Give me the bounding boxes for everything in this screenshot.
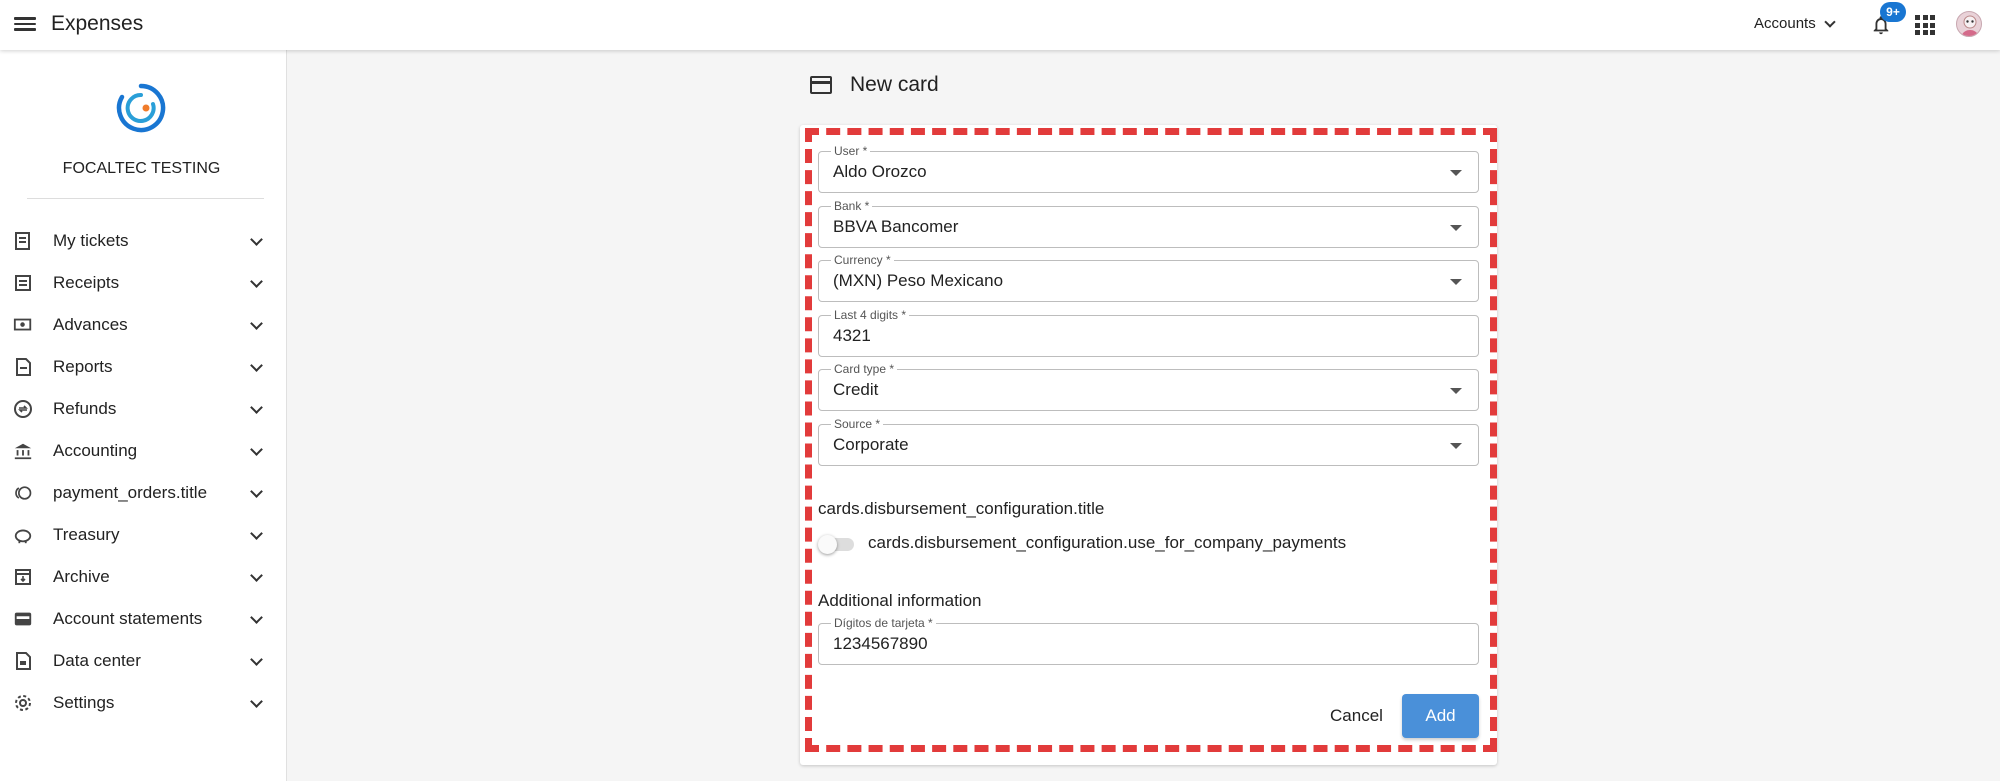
- field-label: Last 4 digits *: [831, 308, 910, 322]
- sidebar-item-label: Account statements: [53, 609, 203, 628]
- sidebar-item-label: Receipts: [53, 273, 120, 292]
- sidebar-item-receipts[interactable]: Receipts: [0, 262, 283, 304]
- sidebar-item-accounting[interactable]: Accounting: [0, 430, 283, 472]
- accounts-label: Accounts: [1754, 15, 1816, 32]
- sidebar-nav: My tickets Receipts Advances Reports Ref…: [0, 220, 283, 724]
- card-digits-input[interactable]: Dígitos de tarjeta * 1234567890: [818, 616, 1479, 665]
- dropdown-arrow-icon: [1450, 170, 1462, 176]
- accounts-dropdown[interactable]: Accounts: [1754, 15, 1836, 32]
- field-label: Source *: [831, 417, 884, 431]
- sidebar-item-settings[interactable]: Settings: [0, 682, 283, 724]
- coins-icon: [13, 483, 33, 503]
- sidebar-item-label: Advances: [53, 315, 128, 334]
- field-value: 1234567890: [833, 634, 928, 653]
- chevron-down-icon: [250, 653, 263, 666]
- field-value: 4321: [833, 326, 871, 345]
- chevron-down-icon: [250, 611, 263, 624]
- additional-info-title: Additional information: [818, 591, 982, 610]
- sidebar-item-account-statements[interactable]: Account statements: [0, 598, 283, 640]
- use-for-company-payments-toggle[interactable]: [818, 535, 856, 554]
- card-type-select[interactable]: Card type * Credit: [818, 362, 1479, 411]
- dropdown-arrow-icon: [1450, 443, 1462, 449]
- ticket-icon: [13, 231, 33, 251]
- avatar[interactable]: [1956, 11, 1982, 37]
- add-button[interactable]: Add: [1402, 694, 1479, 738]
- sidebar-item-archive[interactable]: Archive: [0, 556, 283, 598]
- sidebar-item-treasury[interactable]: Treasury: [0, 514, 283, 556]
- sidebar-item-label: Archive: [53, 567, 110, 586]
- top-app-bar: Expenses Accounts 9+: [0, 0, 2000, 50]
- company-logo: [116, 83, 166, 133]
- wallet-icon: [13, 609, 33, 629]
- chevron-down-icon: [250, 317, 263, 330]
- field-label: Bank *: [831, 199, 873, 213]
- bank-icon: [13, 441, 33, 461]
- notification-badge: 9+: [1880, 2, 1906, 22]
- dropdown-arrow-icon: [1450, 225, 1462, 231]
- sidebar-item-label: Refunds: [53, 399, 117, 418]
- chevron-down-icon: [1824, 15, 1836, 28]
- toggle-label: cards.disbursement_configuration.use_for…: [868, 533, 1347, 552]
- page-header: New card: [810, 73, 939, 97]
- field-value: BBVA Bancomer: [833, 217, 959, 236]
- sidebar-item-label: Accounting: [53, 441, 138, 460]
- refund-icon: [13, 399, 33, 419]
- receipt-icon: [13, 273, 33, 293]
- dropdown-arrow-icon: [1450, 388, 1462, 394]
- sidebar-item-data-center[interactable]: Data center: [0, 640, 283, 682]
- chevron-down-icon: [250, 275, 263, 288]
- toggle-thumb: [818, 535, 837, 554]
- field-value: Aldo Orozco: [833, 162, 927, 181]
- chevron-down-icon: [250, 527, 263, 540]
- piggy-bank-icon: [13, 525, 33, 545]
- field-value: Credit: [833, 380, 879, 399]
- user-select[interactable]: User * Aldo Orozco: [818, 144, 1479, 193]
- credit-card-icon: [810, 76, 832, 94]
- chevron-down-icon: [250, 443, 263, 456]
- report-icon: [13, 357, 33, 377]
- dropdown-arrow-icon: [1450, 279, 1462, 285]
- currency-select[interactable]: Currency * (MXN) Peso Mexicano: [818, 253, 1479, 302]
- field-label: Currency *: [831, 253, 894, 267]
- sidebar-item-label: payment_orders.title: [53, 483, 208, 502]
- sidebar-item-label: Reports: [53, 357, 113, 376]
- gear-icon: [13, 693, 33, 713]
- bank-select[interactable]: Bank * BBVA Bancomer: [818, 199, 1479, 248]
- chevron-down-icon: [250, 569, 263, 582]
- sidebar-item-label: Data center: [53, 651, 141, 670]
- last-4-digits-input[interactable]: Last 4 digits * 4321: [818, 308, 1479, 357]
- sidebar-item-advances[interactable]: Advances: [0, 304, 283, 346]
- field-value: Corporate: [833, 435, 909, 454]
- apps-grid-icon[interactable]: [1915, 15, 1935, 35]
- money-icon: [13, 315, 33, 335]
- field-label: Card type *: [831, 362, 898, 376]
- sidebar: FOCALTEC TESTING My tickets Receipts Adv…: [0, 50, 287, 781]
- page-title: New card: [850, 73, 939, 96]
- field-label: User *: [831, 144, 871, 158]
- data-file-icon: [13, 651, 33, 671]
- chevron-down-icon: [250, 695, 263, 708]
- chevron-down-icon: [250, 233, 263, 246]
- sidebar-item-reports[interactable]: Reports: [0, 346, 283, 388]
- sidebar-divider: [27, 198, 264, 199]
- disbursement-section-title: cards.disbursement_configuration.title: [818, 499, 1105, 518]
- chevron-down-icon: [250, 485, 263, 498]
- chevron-down-icon: [250, 401, 263, 414]
- menu-icon[interactable]: [14, 14, 36, 36]
- app-title: Expenses: [51, 12, 144, 35]
- sidebar-item-label: Treasury: [53, 525, 120, 544]
- company-name: FOCALTEC TESTING: [62, 160, 221, 177]
- source-select[interactable]: Source * Corporate: [818, 417, 1479, 466]
- field-value: (MXN) Peso Mexicano: [833, 271, 1004, 290]
- sidebar-item-payment-orders[interactable]: payment_orders.title: [0, 472, 283, 514]
- field-label: Dígitos de tarjeta *: [831, 616, 936, 630]
- sidebar-item-label: My tickets: [53, 231, 129, 250]
- chevron-down-icon: [250, 359, 263, 372]
- cancel-button[interactable]: Cancel: [1319, 694, 1394, 738]
- sidebar-item-refunds[interactable]: Refunds: [0, 388, 283, 430]
- sidebar-item-my-tickets[interactable]: My tickets: [0, 220, 283, 262]
- archive-icon: [13, 567, 33, 587]
- sidebar-item-label: Settings: [53, 693, 115, 712]
